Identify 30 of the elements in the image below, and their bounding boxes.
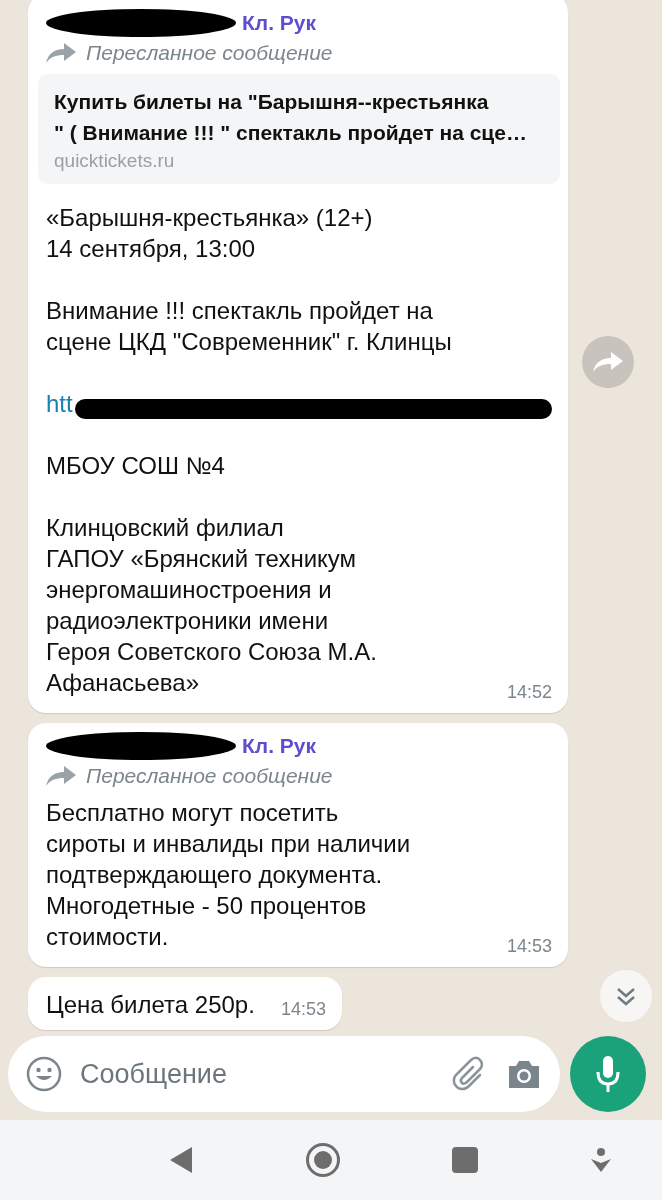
message-input[interactable]: Сообщение — [78, 1057, 436, 1091]
home-icon[interactable] — [304, 1142, 341, 1178]
double-chevron-icon — [615, 985, 637, 1007]
scroll-down-button[interactable] — [600, 970, 652, 1022]
forward-icon — [46, 766, 76, 786]
forwarded-label: Пересланное сообщение — [86, 41, 333, 65]
message-time: 14:53 — [506, 936, 552, 957]
preview-domain: quicktickets.ru — [54, 150, 176, 172]
message-text: Внимание !!! спектакль пройдет на сцене ЦКД "Современник" г. Клинцы — [46, 296, 452, 357]
back-icon[interactable] — [168, 1145, 194, 1175]
microphone-icon — [595, 1055, 621, 1093]
sender-name: Кл. Рук — [242, 734, 317, 758]
message-text: Бесплатно могут посетить сироты и инвалиды при наличии подтверждающего документа. Многодетные - 50 процентов стоимости. — [46, 798, 411, 952]
message-time: 14:53 — [280, 999, 326, 1020]
message-link[interactable]: htt — [46, 389, 73, 418]
sender-name: Кл. Рук — [242, 11, 317, 35]
link-preview[interactable]: Купить билеты на "Барышня--крестьянка " ( Внимание !!! " спектакль пройдет на сце… quicktickets.ru — [38, 74, 560, 184]
download-icon[interactable] — [589, 1147, 612, 1173]
forward-icon — [46, 43, 76, 63]
message-field[interactable]: Сообщение — [8, 1036, 560, 1112]
emoji-icon[interactable] — [26, 1056, 62, 1092]
message-time: 14:52 — [506, 682, 552, 703]
message-text: «Барышня-крестьянка» (12+) 14 сентября, 13:00 — [46, 203, 373, 264]
forwarded-label: Пересланное сообщение — [86, 764, 333, 788]
preview-title: Купить билеты на "Барышня--крестьянка " ( Внимание !!! " спектакль пройдет на сце… — [54, 89, 528, 146]
message-text: Цена билета 250р. — [46, 990, 255, 1020]
message-text: МБОУ СОШ №4 — [46, 451, 225, 481]
recents-icon[interactable] — [451, 1146, 480, 1174]
camera-icon[interactable] — [506, 1058, 542, 1090]
message-text: Клинцовский филиал ГАПОУ «Брянский техникум энергомашиностроения и радиоэлектроники имени Героя Советского Союза М.А. Афанасьева» — [46, 513, 377, 698]
